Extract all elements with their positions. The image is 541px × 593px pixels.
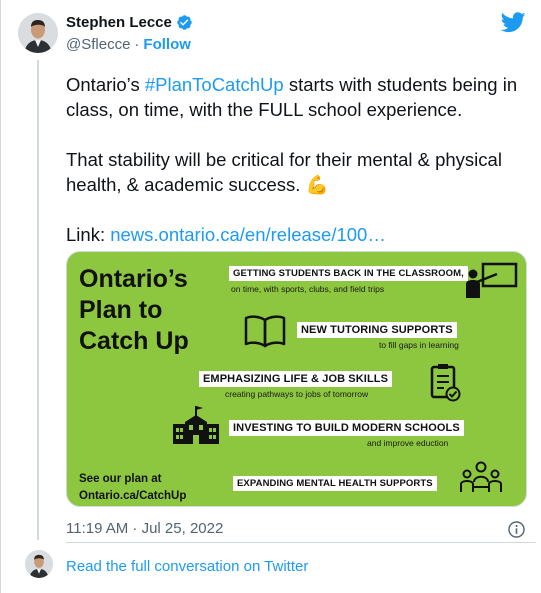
item-subtitle: on time, with sports, clubs, and field t… xyxy=(231,284,385,294)
tweet-paragraph-1: Ontario’s #PlanToCatchUp starts with stu… xyxy=(66,72,536,122)
verified-badge-icon xyxy=(177,15,192,30)
thread-connector-line xyxy=(37,60,39,540)
tweet-text-segment: That stability will be critical for thei… xyxy=(66,149,502,195)
open-book-icon xyxy=(244,315,286,348)
item-title: INVESTING TO BUILD MODERN SCHOOLS xyxy=(229,420,464,436)
tweet-paragraph-2: That stability will be critical for thei… xyxy=(66,147,536,197)
see-plan-url: Ontario.ca/CatchUp xyxy=(79,490,187,502)
handle-row: @Sflecce · Follow xyxy=(66,36,191,53)
headline-line: Catch Up xyxy=(79,327,189,355)
item-subtitle: and improve eduction xyxy=(367,438,449,448)
item-title: EXPANDING MENTAL HEALTH SUPPORTS xyxy=(233,476,437,491)
see-plan-line: See our plan at xyxy=(79,473,162,485)
group-support-icon xyxy=(460,461,502,492)
school-building-icon xyxy=(173,406,219,444)
flexed-biceps-emoji: 💪 xyxy=(305,174,329,195)
item-title: EMPHASIZING LIFE & JOB SKILLS xyxy=(199,371,393,387)
author-handle[interactable]: @Sflecce xyxy=(66,36,130,53)
see-plan-text: See our plan at Ontario.ca/CatchUp xyxy=(79,471,186,505)
headline-line: Ontario’s xyxy=(79,265,188,293)
author-name[interactable]: Stephen Lecce xyxy=(66,14,172,31)
item-title: NEW TUTORING SUPPORTS xyxy=(297,322,457,338)
tweet-timestamp[interactable]: 11:19 AM · Jul 25, 2022 xyxy=(66,520,223,537)
infographic-image[interactable]: Ontario’s Plan to Catch Up See our plan … xyxy=(66,251,527,507)
tweet-embed: Stephen Lecce @Sflecce · Follow Ontario’… xyxy=(0,0,541,593)
author-name-row: Stephen Lecce xyxy=(66,14,193,31)
headline-line: Plan to xyxy=(79,296,163,324)
author-avatar[interactable] xyxy=(18,13,58,53)
info-icon[interactable] xyxy=(507,520,526,539)
twitter-bird-icon[interactable] xyxy=(501,12,526,33)
tweet-text: Ontario’s #PlanToCatchUp starts with stu… xyxy=(66,72,536,247)
infographic-headline: Ontario’s Plan to Catch Up xyxy=(79,264,189,357)
follow-button[interactable]: Follow xyxy=(143,36,191,53)
item-subtitle: creating pathways to jobs of tomorrow xyxy=(225,389,369,399)
classroom-teacher-icon xyxy=(466,262,518,298)
hashtag-link[interactable]: #PlanToCatchUp xyxy=(145,74,284,95)
tweet-paragraph-3: Link: news.ontario.ca/en/release/100… xyxy=(66,222,536,247)
checklist-icon xyxy=(430,364,461,402)
tweet-text-segment: Ontario’s xyxy=(66,74,145,95)
divider xyxy=(66,542,536,543)
reply-avatar xyxy=(25,550,53,578)
dot-separator: · xyxy=(134,36,140,53)
item-title: GETTING STUDENTS BACK IN THE CLASSROOM, xyxy=(229,266,468,281)
item-subtitle: to fill gaps in learning xyxy=(379,340,459,350)
read-full-conversation-link[interactable]: Read the full conversation on Twitter xyxy=(66,558,308,575)
release-link[interactable]: news.ontario.ca/en/release/100… xyxy=(110,224,386,245)
link-label: Link: xyxy=(66,224,111,245)
